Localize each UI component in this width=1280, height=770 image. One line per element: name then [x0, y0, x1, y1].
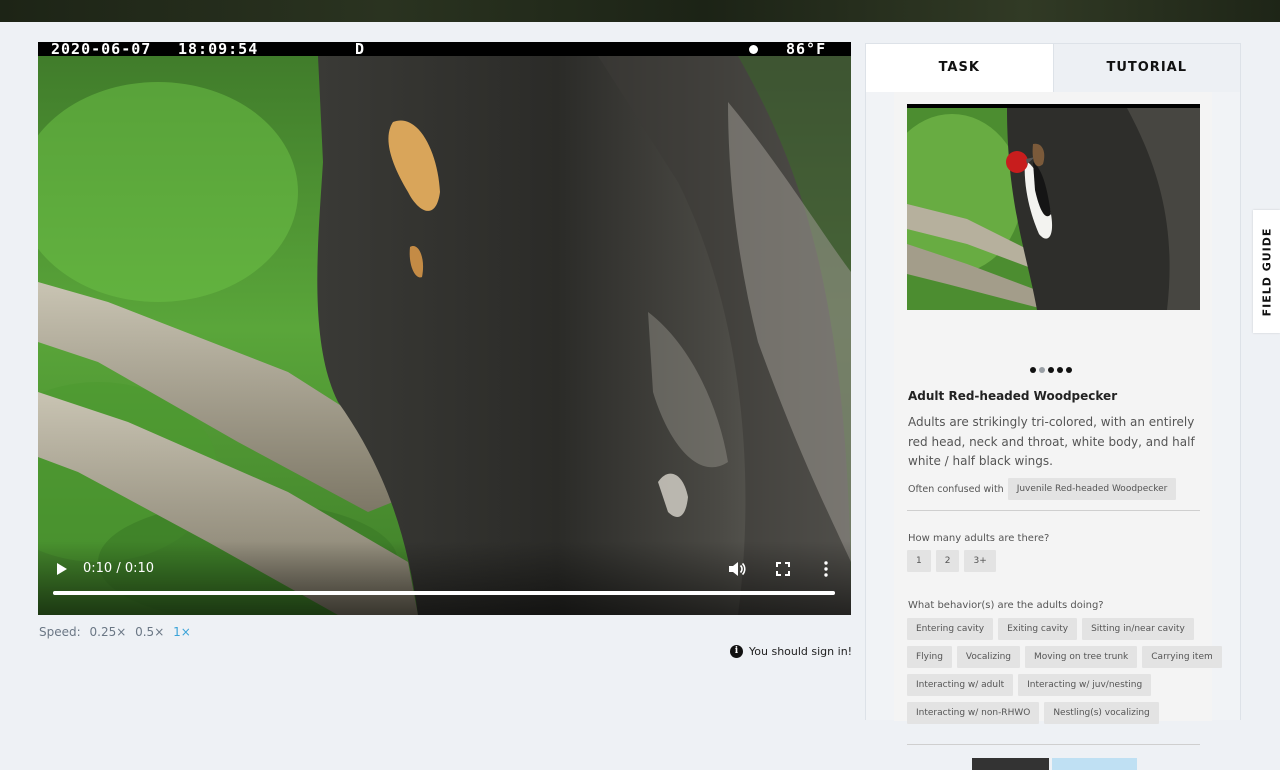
behavior-chip[interactable]: Entering cavity [907, 618, 994, 640]
camera-temperature: 86°F [786, 42, 827, 58]
example-image[interactable] [907, 104, 1200, 310]
top-banner [0, 0, 1280, 22]
behavior-chip[interactable]: Vocalizing [956, 646, 1020, 668]
carousel-dot[interactable] [1066, 367, 1072, 373]
count-option-3-plus[interactable]: 3+ [964, 550, 996, 572]
often-confused-label: Often confused with [908, 483, 1004, 495]
camera-mode: D [355, 42, 366, 58]
task-panel: TASK TUTORIAL Adult Red-headed Woodpecke… [865, 43, 1241, 770]
behavior-row: Entering cavity Exiting cavity Sitting i… [907, 618, 1194, 640]
behavior-chip[interactable]: Interacting w/ adult [907, 674, 1014, 696]
tab-task[interactable]: TASK [866, 44, 1053, 92]
behavior-chip[interactable]: Interacting w/ non-RHWO [907, 702, 1040, 724]
often-confused-row: Often confused with Juvenile Red-headed … [908, 478, 1177, 500]
carousel-dot[interactable] [1030, 367, 1036, 373]
behavior-chip[interactable]: Flying [907, 646, 952, 668]
progress-bar[interactable] [53, 591, 835, 595]
player-controls-bar [38, 541, 851, 615]
species-card: Adult Red-headed Woodpecker Adults are s… [894, 92, 1222, 770]
behavior-chip[interactable]: Moving on tree trunk [1025, 646, 1138, 668]
behavior-chip[interactable]: Carrying item [1142, 646, 1222, 668]
moon-phase-icon [749, 45, 758, 54]
volume-icon[interactable] [728, 561, 746, 577]
speed-option-1[interactable]: 1× [173, 625, 191, 639]
done-and-talk-button[interactable] [1052, 758, 1137, 770]
question-behaviors: What behavior(s) are the adults doing? [908, 600, 1104, 611]
species-description: Adults are strikingly tri-colored, with … [908, 415, 1195, 468]
behavior-chip[interactable]: Interacting w/ juv/nesting [1018, 674, 1152, 696]
play-icon[interactable] [56, 562, 68, 576]
speed-option-0-5[interactable]: 0.5× [135, 625, 164, 639]
carousel-dot[interactable] [1048, 367, 1054, 373]
behavior-row: Flying Vocalizing Moving on tree trunk C… [907, 646, 1222, 668]
video-player[interactable]: 2020-06-07 18:09:54 D 86°F 0:10 / 0:10 [38, 42, 851, 615]
behavior-chip[interactable]: Nestling(s) vocalizing [1044, 702, 1159, 724]
camera-time: 18:09:54 [178, 42, 259, 58]
more-options-icon[interactable] [824, 561, 828, 577]
camera-trap-frame [38, 42, 851, 615]
fullscreen-icon[interactable] [776, 562, 790, 576]
field-guide-label: FIELD GUIDE [1260, 227, 1273, 316]
field-guide-tab[interactable]: FIELD GUIDE [1253, 210, 1280, 333]
divider [907, 744, 1200, 745]
divider [907, 510, 1200, 511]
info-icon: i [730, 645, 743, 658]
camera-info-strip: 2020-06-07 18:09:54 D 86°F [38, 42, 851, 58]
tab-tutorial[interactable]: TUTORIAL [1052, 44, 1240, 92]
carousel-dot[interactable] [1039, 367, 1045, 373]
speed-selector: Speed: 0.25× 0.5× 1× [39, 625, 191, 639]
speed-option-0-25[interactable]: 0.25× [90, 625, 127, 639]
behavior-row: Interacting w/ non-RHWO Nestling(s) voca… [907, 702, 1159, 724]
speed-label: Speed: [39, 625, 81, 639]
time-display: 0:10 / 0:10 [83, 561, 155, 576]
behavior-row: Interacting w/ adult Interacting w/ juv/… [907, 674, 1152, 696]
sign-in-notice: i You should sign in! [730, 645, 852, 658]
adult-count-options: 1 2 3+ [907, 550, 996, 572]
count-option-1[interactable]: 1 [907, 550, 931, 572]
behavior-chip[interactable]: Exiting cavity [998, 618, 1078, 640]
question-adult-count: How many adults are there? [908, 533, 1050, 544]
done-button[interactable] [972, 758, 1049, 770]
behavior-chip[interactable]: Sitting in/near cavity [1082, 618, 1194, 640]
camera-date: 2020-06-07 [51, 42, 152, 58]
carousel-dot[interactable] [1057, 367, 1063, 373]
count-option-2[interactable]: 2 [935, 550, 960, 572]
panel-tabs: TASK TUTORIAL [866, 44, 1240, 92]
carousel-dots [1030, 367, 1072, 373]
progress-fill [53, 591, 835, 595]
species-name: Adult Red-headed Woodpecker [908, 389, 1118, 403]
confused-species-chip[interactable]: Juvenile Red-headed Woodpecker [1007, 478, 1177, 500]
sign-in-text: You should sign in! [749, 645, 853, 658]
